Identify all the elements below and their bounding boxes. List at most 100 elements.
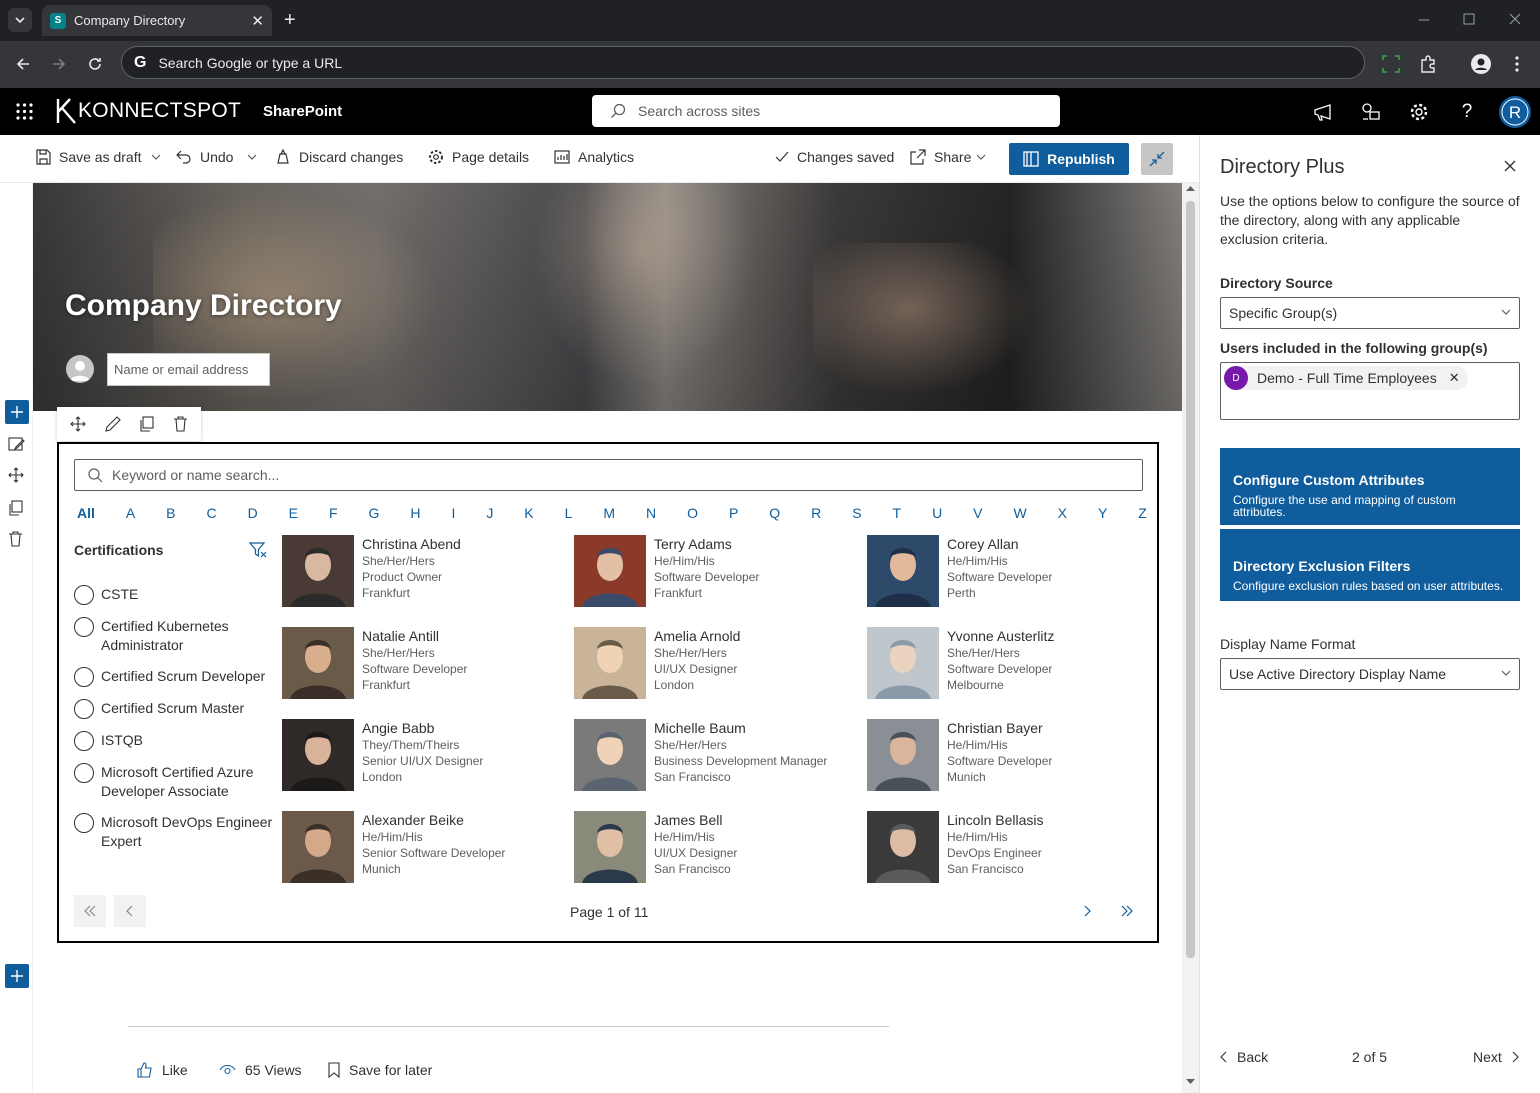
company-logo[interactable]: KONNECTSPOT — [56, 98, 241, 124]
letter-filter-p[interactable]: P — [729, 505, 738, 521]
letter-filter-g[interactable]: G — [369, 505, 380, 521]
person-name[interactable]: Christian Bayer — [947, 719, 1052, 737]
megaphone-icon[interactable] — [1312, 101, 1334, 123]
discard-changes-button[interactable]: Discard changes — [275, 149, 403, 165]
person-card[interactable]: Yvonne Austerlitz She/Her/Hers Software De… — [867, 627, 1147, 703]
letter-filter-all[interactable]: All — [77, 505, 95, 521]
letter-filter-i[interactable]: I — [451, 505, 455, 521]
person-card[interactable]: Natalie Antill She/Her/Hers Software Devel… — [282, 627, 562, 703]
certification-option[interactable]: Microsoft Certified Azure Developer Asso… — [74, 763, 274, 801]
certification-option[interactable]: Certified Kubernetes Administrator — [74, 617, 274, 655]
next-page-button[interactable] — [1071, 895, 1103, 927]
page-details-button[interactable]: Page details — [428, 149, 529, 165]
avatar[interactable]: R — [1499, 96, 1531, 128]
scroll-down-icon[interactable] — [1186, 1079, 1195, 1085]
letter-filter-q[interactable]: Q — [769, 505, 780, 521]
person-name[interactable]: Amelia Arnold — [654, 627, 740, 645]
keyword-search-input[interactable]: Keyword or name search... — [74, 459, 1143, 491]
move-section-icon[interactable] — [8, 467, 24, 483]
letter-filter-u[interactable]: U — [932, 505, 942, 521]
person-name[interactable]: James Bell — [654, 811, 737, 829]
person-card[interactable]: Michelle Baum She/Her/Hers Business Develo… — [574, 719, 854, 795]
extensions-icon[interactable] — [1417, 53, 1439, 75]
scrollbar-thumb[interactable] — [1186, 201, 1195, 958]
person-card[interactable]: Lincoln Bellasis He/Him/His DevOps Enginee… — [867, 811, 1147, 887]
radio-button[interactable] — [74, 585, 94, 605]
app-launcher-icon[interactable] — [16, 103, 33, 120]
forward-arrow-icon[interactable] — [48, 53, 70, 75]
delete-section-icon[interactable] — [8, 531, 23, 547]
letter-filter-n[interactable]: N — [646, 505, 656, 521]
radio-button[interactable] — [74, 813, 94, 833]
minimize-icon[interactable] — [1418, 10, 1430, 30]
back-arrow-icon[interactable] — [12, 53, 34, 75]
close-tab-icon[interactable]: ✕ — [251, 12, 264, 30]
like-button[interactable]: Like — [137, 1062, 188, 1078]
save-chevron-down-icon[interactable] — [151, 154, 161, 160]
certification-option[interactable]: ISTQB — [74, 731, 274, 751]
collapse-button[interactable] — [1141, 143, 1173, 175]
certification-option[interactable]: Certified Scrum Master — [74, 699, 274, 719]
undo-button[interactable]: Undo — [176, 149, 233, 165]
person-card[interactable]: Christina Abend She/Her/Hers Product Owner… — [282, 535, 562, 611]
letter-filter-h[interactable]: H — [410, 505, 420, 521]
clear-filter-icon[interactable] — [249, 542, 267, 558]
scroll-up-icon[interactable] — [1186, 185, 1195, 191]
browser-tab[interactable]: S Company Directory ✕ — [42, 5, 272, 36]
letter-filter-s[interactable]: S — [852, 505, 861, 521]
canvas-scrollbar[interactable] — [1182, 183, 1199, 1093]
letter-filter-e[interactable]: E — [289, 505, 298, 521]
certification-option[interactable]: CSTE — [74, 585, 274, 605]
radio-button[interactable] — [74, 763, 94, 783]
remove-group-icon[interactable]: ✕ — [1449, 370, 1460, 386]
letter-filter-b[interactable]: B — [166, 505, 175, 521]
author-name-input[interactable]: Name or email address — [107, 353, 270, 386]
letter-filter-x[interactable]: X — [1058, 505, 1067, 521]
radio-button[interactable] — [74, 617, 94, 637]
first-page-button[interactable] — [74, 895, 106, 927]
person-name[interactable]: Christina Abend — [362, 535, 461, 553]
group-pill[interactable]: D Demo - Full Time Employees ✕ — [1224, 366, 1468, 390]
letter-filter-z[interactable]: Z — [1138, 505, 1147, 521]
person-card[interactable]: Corey Allan He/Him/His Software Developer P… — [867, 535, 1147, 611]
person-card[interactable]: James Bell He/Him/His UI/UX Designer San Fr… — [574, 811, 854, 887]
person-card[interactable]: Christian Bayer He/Him/His Software Develo… — [867, 719, 1147, 795]
letter-filter-f[interactable]: F — [329, 505, 338, 521]
person-card[interactable]: Angie Babb They/Them/Theirs Senior UI/UX D… — [282, 719, 562, 795]
edit-webpart-icon[interactable] — [104, 416, 121, 432]
last-page-button[interactable] — [1111, 895, 1143, 927]
person-name[interactable]: Angie Babb — [362, 719, 483, 737]
share-button[interactable]: Share — [910, 149, 971, 165]
close-pane-button[interactable] — [1504, 160, 1516, 172]
group-picker[interactable]: D Demo - Full Time Employees ✕ — [1220, 362, 1520, 420]
back-button[interactable]: Back — [1220, 1049, 1268, 1065]
configure-custom-attributes-button[interactable]: Configure Custom Attributes Configure th… — [1220, 448, 1520, 525]
letter-filter-w[interactable]: W — [1013, 505, 1026, 521]
move-webpart-icon[interactable] — [70, 416, 87, 432]
person-name[interactable]: Alexander Beike — [362, 811, 505, 829]
save-as-draft-button[interactable]: Save as draft — [35, 149, 142, 165]
add-section-button[interactable] — [5, 400, 29, 424]
letter-filter-l[interactable]: L — [565, 505, 573, 521]
share-chevron-down-icon[interactable] — [976, 154, 986, 160]
gear-icon[interactable] — [1408, 101, 1430, 123]
person-name[interactable]: Michelle Baum — [654, 719, 827, 737]
add-section-bottom-button[interactable] — [5, 964, 29, 988]
previous-page-button[interactable] — [114, 895, 146, 927]
certification-option[interactable]: Certified Scrum Developer — [74, 667, 274, 687]
duplicate-section-icon[interactable] — [8, 500, 23, 516]
screenshot-icon[interactable] — [1380, 53, 1402, 75]
letter-filter-t[interactable]: T — [893, 505, 902, 521]
help-icon[interactable]: ? — [1456, 101, 1478, 123]
person-name[interactable]: Lincoln Bellasis — [947, 811, 1044, 829]
delete-webpart-icon[interactable] — [173, 416, 188, 432]
person-card[interactable]: Terry Adams He/Him/His Software Developer F… — [574, 535, 854, 611]
directory-webpart[interactable]: Keyword or name search... All A B C D E F G H I J K… — [57, 442, 1159, 943]
person-name[interactable]: Natalie Antill — [362, 627, 467, 645]
directory-exclusion-filters-button[interactable]: Directory Exclusion Filters Configure ex… — [1220, 529, 1520, 601]
analytics-button[interactable]: Analytics — [554, 149, 634, 165]
tab-list-button[interactable] — [8, 8, 32, 32]
radio-button[interactable] — [74, 667, 94, 687]
person-card[interactable]: Amelia Arnold She/Her/Hers UI/UX Designer L… — [574, 627, 854, 703]
window-close-icon[interactable] — [1509, 10, 1521, 30]
